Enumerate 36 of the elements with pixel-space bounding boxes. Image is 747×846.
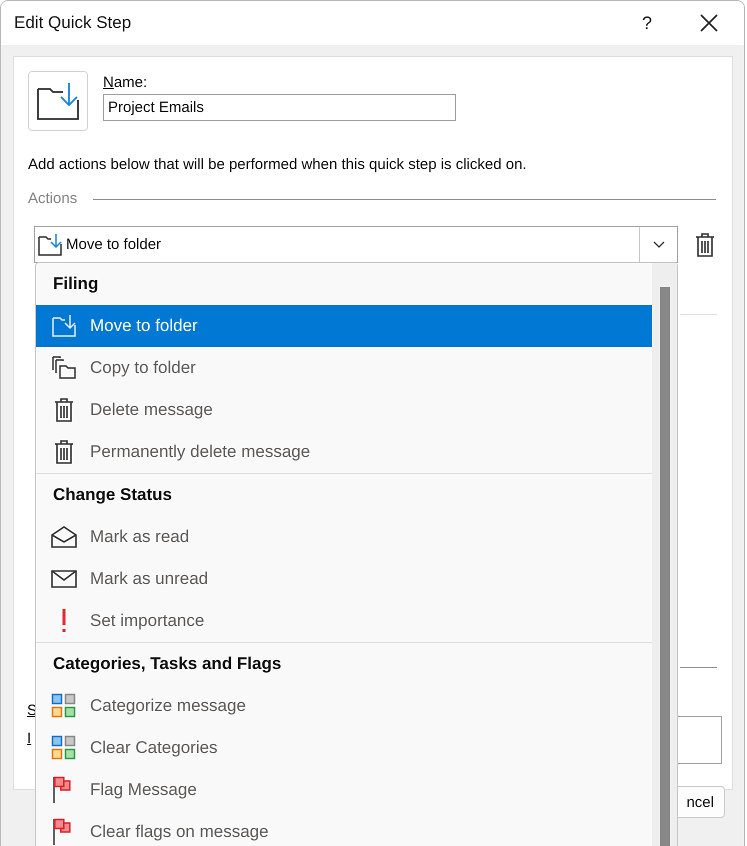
- menu-item[interactable]: Set importance: [36, 600, 652, 642]
- group-header: Categories, Tasks and Flags: [52, 653, 282, 675]
- folder-arrow-icon: [37, 232, 63, 258]
- trash-icon: [53, 397, 75, 423]
- close-button[interactable]: [699, 13, 719, 33]
- folder-arrow-icon: [36, 81, 80, 121]
- scrollbar[interactable]: [652, 263, 677, 846]
- exclamation-icon: [60, 608, 68, 634]
- menu-item[interactable]: Mark as read: [36, 516, 652, 558]
- scrollbar-thumb[interactable]: [660, 287, 670, 846]
- menu-item[interactable]: Mark as unread: [36, 558, 652, 600]
- delete-button[interactable]: [694, 232, 716, 258]
- group-header: Change Status: [52, 484, 174, 506]
- name-label: Name:: [103, 74, 148, 91]
- menu-item[interactable]: Categorize message: [36, 685, 652, 727]
- name-input[interactable]: Project Emails: [103, 94, 456, 121]
- option-label: I: [27, 730, 32, 747]
- description-text: Add actions below that will be performed when this quick step is clicked on.: [28, 156, 528, 173]
- copy-folder-icon: [51, 355, 77, 381]
- chevron-down-icon: [652, 240, 664, 248]
- help-button[interactable]: ?: [637, 12, 657, 34]
- group-header: Filing: [52, 273, 100, 295]
- section-label: Actions: [28, 190, 78, 207]
- menu-item[interactable]: Permanently delete message: [36, 431, 652, 473]
- menu-item[interactable]: Move to folder: [36, 305, 652, 347]
- trash-icon: [53, 439, 75, 465]
- window-title: Edit Quick Step: [14, 13, 132, 33]
- folder-arrow-icon: [51, 313, 77, 339]
- open-envelope-icon: [50, 525, 78, 549]
- menu-item[interactable]: Delete message: [36, 389, 652, 431]
- menu-item[interactable]: Copy to folder: [36, 347, 652, 389]
- envelope-icon: [50, 568, 78, 590]
- category-squares-icon: [51, 693, 77, 719]
- category-squares-icon: [51, 735, 77, 761]
- dropdown-value: Move to folder: [66, 236, 162, 253]
- menu-item[interactable]: Clear Categories: [36, 727, 652, 769]
